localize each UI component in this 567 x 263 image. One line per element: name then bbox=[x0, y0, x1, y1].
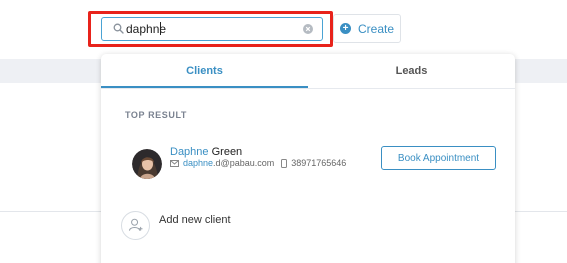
clear-icon[interactable] bbox=[303, 24, 313, 34]
client-contact: daphne .d@pabau.com 38971765646 bbox=[170, 158, 346, 168]
client-email-rest: .d@pabau.com bbox=[213, 158, 275, 168]
section-label: TOP RESULT bbox=[125, 110, 188, 120]
avatar[interactable] bbox=[132, 149, 162, 179]
client-name-rest: Green bbox=[208, 146, 243, 158]
client-name-match: Daphne bbox=[170, 146, 209, 158]
book-appointment-button[interactable]: Book Appointment bbox=[381, 146, 496, 170]
client-name[interactable]: Daphne Green bbox=[170, 146, 242, 158]
search-input[interactable] bbox=[126, 20, 296, 38]
tab-clients-label: Clients bbox=[186, 65, 223, 77]
phone-icon bbox=[281, 158, 288, 168]
search-icon bbox=[113, 23, 124, 34]
tabs-divider bbox=[101, 88, 515, 89]
mail-icon bbox=[170, 159, 179, 167]
book-appointment-label: Book Appointment bbox=[397, 152, 480, 164]
tab-leads-label: Leads bbox=[395, 65, 428, 77]
create-button[interactable]: + Create bbox=[333, 14, 401, 43]
plus-circle-icon: + bbox=[340, 23, 351, 34]
client-phone: 38971765646 bbox=[291, 158, 347, 168]
search-results-dropdown: Clients Leads TOP RESULT Daphne Green da… bbox=[101, 54, 515, 263]
text-caret bbox=[160, 22, 161, 35]
add-client-icon-button[interactable] bbox=[121, 211, 150, 240]
tab-clients[interactable]: Clients bbox=[101, 54, 308, 88]
add-user-icon bbox=[128, 218, 143, 231]
create-button-label: Create bbox=[358, 21, 395, 36]
add-new-client-link[interactable]: Add new client bbox=[159, 214, 231, 226]
client-email-match: daphne bbox=[183, 158, 214, 168]
tab-leads[interactable]: Leads bbox=[308, 54, 515, 88]
